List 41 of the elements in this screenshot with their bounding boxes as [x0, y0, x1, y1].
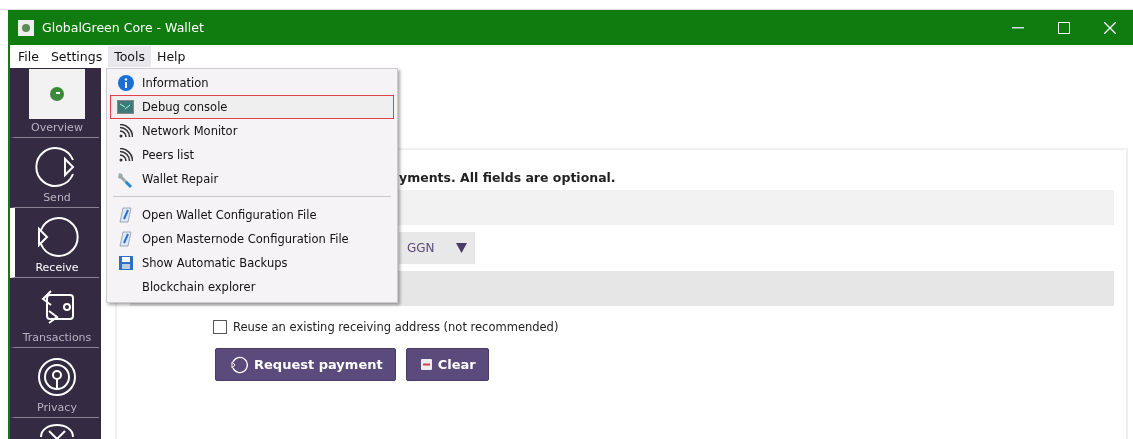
close-icon [1104, 21, 1116, 34]
dropdown-arrow-icon [456, 243, 467, 253]
sidebar-item[interactable]: Transactions [10, 278, 99, 348]
unit-dropdown[interactable]: GGN [399, 232, 475, 264]
info-icon [117, 75, 134, 91]
request-payment-button[interactable]: Request payment [215, 348, 396, 381]
checkbox[interactable] [213, 320, 227, 334]
menu-item[interactable]: Show Automatic Backups [110, 251, 394, 275]
menu-item[interactable]: Help [151, 46, 192, 67]
menu-item[interactable]: Information [110, 71, 394, 95]
wrench-icon [117, 170, 134, 188]
app-icon [18, 19, 34, 36]
receive-icon [230, 355, 248, 374]
menu-item[interactable]: Settings [44, 46, 109, 67]
menu-item[interactable]: File [12, 46, 45, 67]
signal-icon [118, 148, 133, 162]
menu-item[interactable]: Open Wallet Configuration File [110, 203, 394, 227]
menu-item[interactable]: Peers list [110, 143, 394, 167]
menu-item[interactable]: Network Monitor [110, 119, 394, 143]
menu-item[interactable]: Debug console [110, 95, 394, 119]
window-title: GlobalGreen Core - Wallet [42, 20, 205, 35]
clear-button[interactable]: Clear [405, 348, 489, 381]
minimize-icon [1012, 26, 1024, 29]
menu-item[interactable]: Wallet Repair [110, 167, 394, 191]
checkbox-label: Reuse an existing receiving address (not recommended) [233, 320, 559, 334]
menu-item[interactable]: Tools [108, 46, 151, 67]
receive-icon [35, 215, 79, 259]
eraser-icon [420, 359, 432, 370]
maximize-icon [1058, 21, 1070, 34]
node-icon [40, 424, 74, 439]
document-icon [118, 207, 133, 223]
sidebar-item[interactable]: Send [10, 138, 99, 208]
shield-signal-icon [35, 355, 79, 399]
intro-text: yments. All fields are optional. [399, 170, 616, 185]
signal-icon [118, 124, 133, 138]
document-icon [118, 231, 133, 247]
sidebar-item[interactable]: Privacy [10, 348, 99, 418]
monitor-icon [117, 100, 134, 114]
menu-item[interactable]: Blockchain explorer [110, 275, 394, 299]
sidebar-item[interactable]: Overview [10, 68, 99, 138]
menu-item[interactable]: Open Masternode Configuration File [110, 227, 394, 251]
